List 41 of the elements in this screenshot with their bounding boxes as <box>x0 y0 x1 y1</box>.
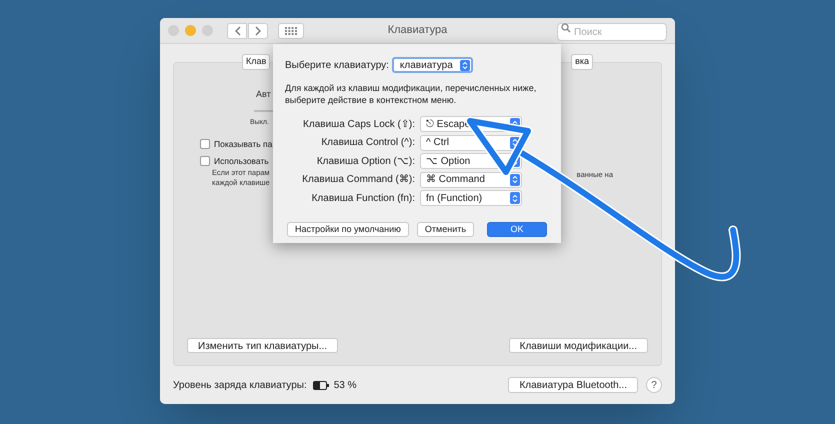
tab[interactable]: вка <box>571 54 593 70</box>
grid-icon <box>285 26 297 34</box>
modifier-popup[interactable]: ⌘ Command <box>420 172 522 188</box>
back-button[interactable] <box>227 22 247 38</box>
bluetooth-button[interactable]: Клавиатура Bluetooth... <box>508 377 638 393</box>
push-button[interactable]: Отменить <box>416 222 474 237</box>
modifier-popup[interactable]: fn (Function) <box>420 190 522 206</box>
tab[interactable]: Клав <box>242 54 270 70</box>
push-button[interactable]: Клавиши модификации... <box>508 338 648 353</box>
chevron-right-icon <box>254 26 262 36</box>
checkbox-label: Использовать <box>214 154 269 168</box>
help-button[interactable]: ? <box>646 377 662 393</box>
row-label: Клавиша Command (⌘): <box>301 173 415 187</box>
description-text: Для каждой из клавиш модификации, перечисленных ниже, выберите действие в контекстном меню. <box>285 82 538 106</box>
search-icon <box>561 22 571 32</box>
label-text: Авт <box>256 88 271 101</box>
chevron-left-icon <box>234 26 240 36</box>
keyboard-popup[interactable]: клавиатура <box>392 57 473 73</box>
search-field[interactable]: Поиск <box>557 23 667 41</box>
grid-button[interactable] <box>278 22 304 38</box>
push-button[interactable]: Изменить тип клавиатуры... <box>187 338 338 353</box>
push-button[interactable]: Настройки по умолчанию <box>287 222 409 237</box>
ok-button[interactable]: OK <box>487 222 547 237</box>
row-label: Клавиша Caps Lock (⇪): <box>302 118 415 132</box>
battery-percentage: 53 % <box>334 378 357 392</box>
stepper-icon <box>460 60 470 70</box>
forward-button[interactable] <box>248 22 268 38</box>
keyboard-label: Выберите клавиатуру: <box>285 58 389 72</box>
checkbox-label: Показывать па <box>214 138 272 151</box>
row-label: Клавиша Function (fn): <box>310 192 415 206</box>
minimize-button[interactable] <box>185 25 196 36</box>
checkbox[interactable] <box>200 139 210 150</box>
battery-icon <box>312 380 329 390</box>
row-label: Клавиша Option (⌥): <box>316 154 415 168</box>
window-title: Клавиатура <box>386 23 448 38</box>
stepper-icon <box>510 174 520 186</box>
battery-label: Уровень заряда клавиатуры: <box>173 378 307 392</box>
checkbox[interactable] <box>200 156 210 166</box>
stepper-icon <box>510 192 520 204</box>
popup-value: клавиатура <box>400 58 453 72</box>
row-label: Клавиша Control (^): <box>320 136 415 150</box>
